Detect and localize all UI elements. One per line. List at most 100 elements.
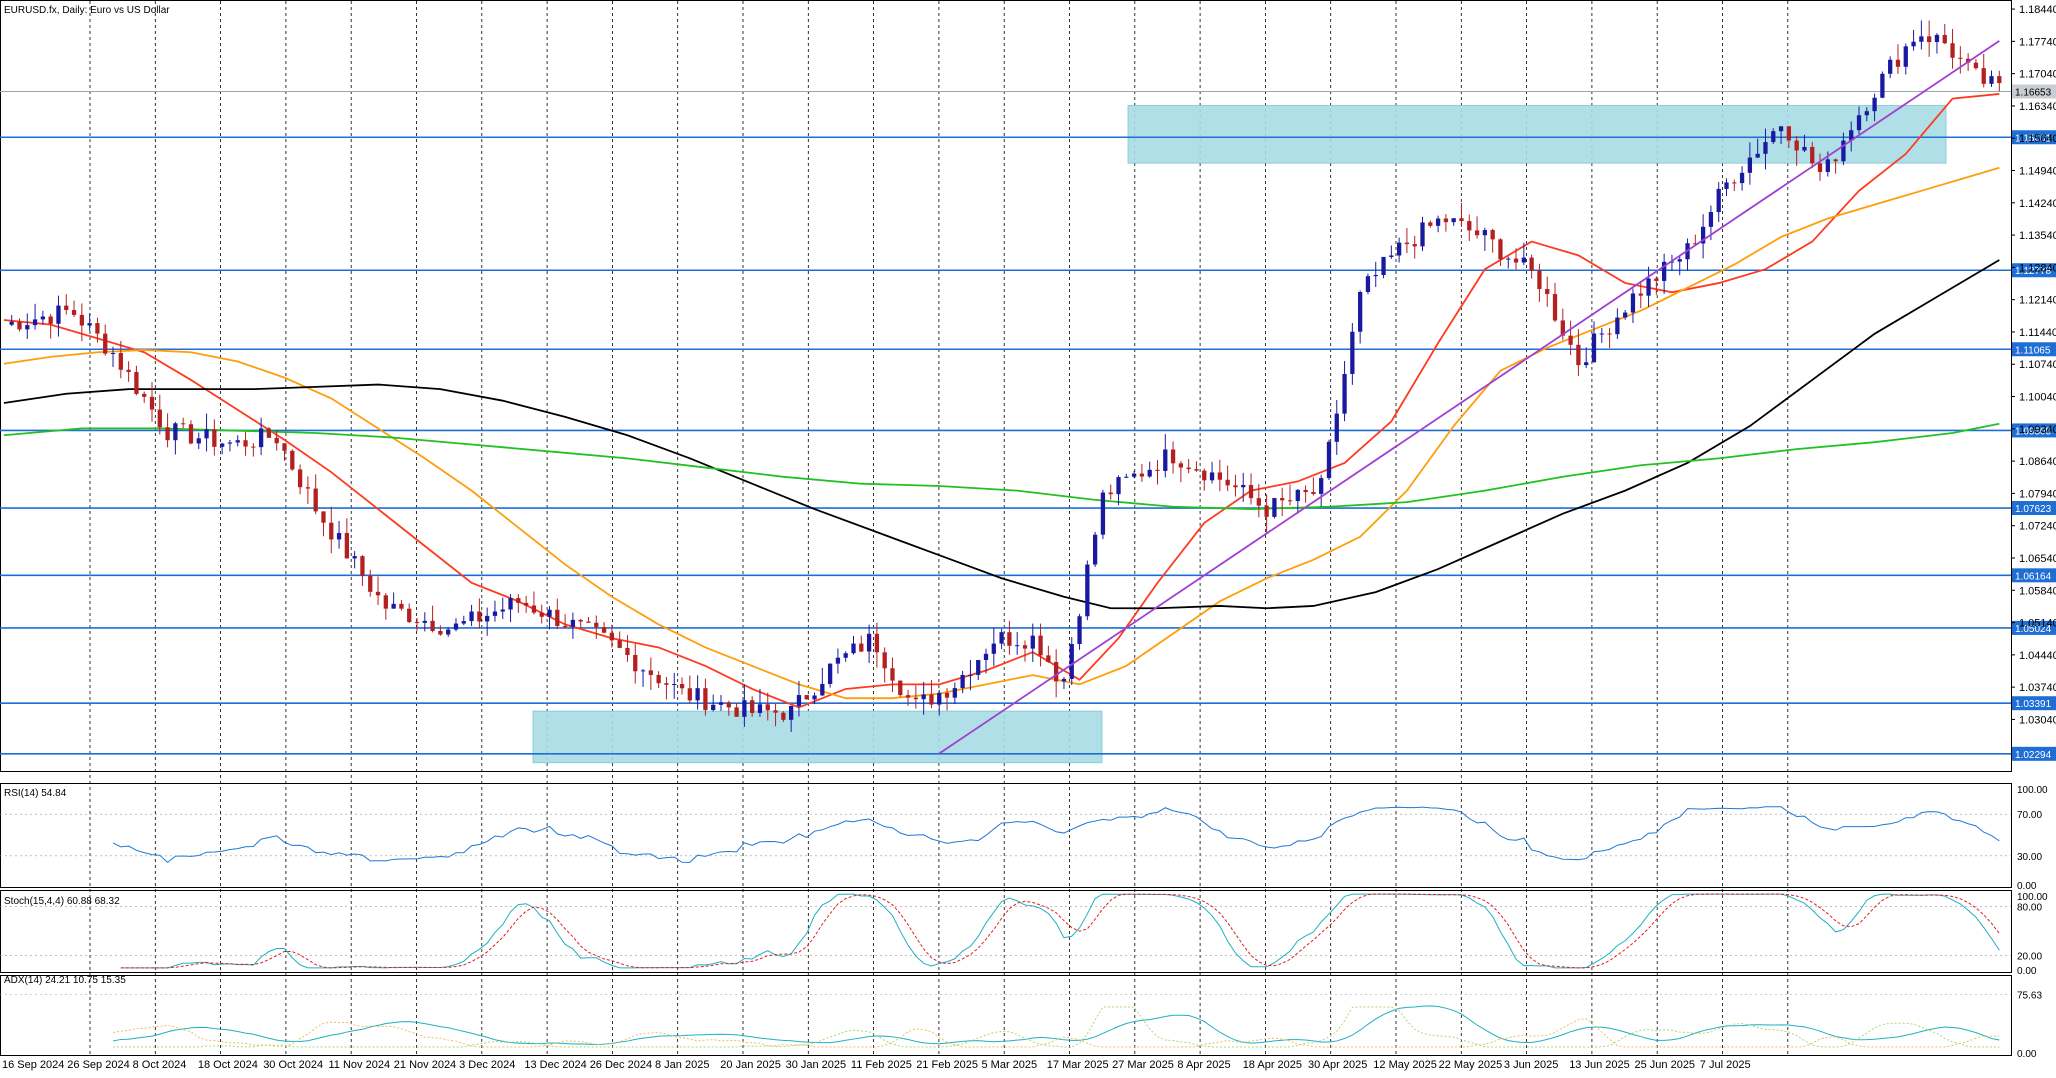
candle-body — [1825, 159, 1830, 173]
price-tick-label: 1.11440 — [2019, 327, 2056, 339]
candle-body — [913, 697, 919, 700]
candle-body — [1810, 146, 1815, 164]
candle-body — [687, 688, 692, 701]
candle-body — [1467, 221, 1472, 231]
price-tick-label: 1.04440 — [2019, 650, 2056, 662]
stoch-label: Stoch(15,4,4) 60.88 68.32 — [4, 896, 120, 907]
candle-body — [648, 670, 653, 675]
price-tick-label: 1.17740 — [2019, 36, 2056, 48]
candle-body — [1116, 477, 1121, 495]
candle-body — [1412, 244, 1417, 247]
candle-body — [843, 653, 848, 658]
date-tick-label: 27 Mar 2025 — [1112, 1059, 1174, 1071]
candle-body — [1474, 230, 1480, 236]
candle-body — [921, 694, 926, 700]
candle-body — [1934, 34, 1940, 43]
chart-canvas[interactable]: 100.0070.0030.000.00100.0080.0020.000.00… — [0, 0, 2056, 1073]
price-tick-label: 1.16340 — [2019, 101, 2056, 113]
candle-body — [812, 695, 817, 700]
candle-body — [399, 603, 404, 609]
candle-body — [633, 654, 638, 672]
date-tick-label: 30 Apr 2025 — [1308, 1059, 1367, 1071]
candle-body — [750, 700, 755, 713]
candle-body — [960, 674, 965, 689]
candle-body — [1209, 472, 1215, 481]
candle-body — [1092, 534, 1098, 565]
candle-body — [1716, 188, 1721, 213]
date-tick-label: 22 May 2025 — [1439, 1059, 1503, 1071]
candle-body — [469, 611, 474, 622]
candle-body — [1981, 68, 1986, 84]
date-tick-label: 8 Jan 2025 — [655, 1059, 709, 1071]
stoch-k-line — [120, 893, 2000, 969]
candle-body — [79, 314, 84, 326]
candle-body — [64, 305, 69, 311]
candle-body — [1607, 333, 1612, 335]
candle-body — [1069, 644, 1074, 679]
candle-body — [547, 609, 552, 617]
candle-body — [742, 700, 747, 717]
date-tick-label: 26 Dec 2024 — [590, 1059, 652, 1071]
support-resistance-zone[interactable] — [1127, 105, 1947, 164]
candle-body — [344, 533, 350, 559]
candle-body — [56, 305, 61, 324]
candle-body — [1280, 498, 1285, 501]
candle-body — [1755, 153, 1760, 158]
levels-layer[interactable] — [0, 91, 2011, 755]
candle-body — [905, 695, 911, 698]
rsi-line — [112, 806, 2000, 864]
price-tick-label: 1.14940 — [2019, 166, 2056, 178]
candle-body — [1108, 492, 1113, 495]
candle-body — [1732, 182, 1737, 184]
candle-body — [1591, 333, 1597, 363]
candle-body — [1311, 492, 1316, 494]
candle-body — [1490, 230, 1495, 240]
candle-body — [1342, 373, 1347, 414]
candle-body — [1225, 479, 1230, 486]
candle-body — [944, 692, 950, 698]
candle-body — [539, 612, 544, 617]
zones-layer[interactable] — [532, 105, 1947, 764]
indicator-level-label: 20.00 — [2017, 952, 2042, 963]
candle-body — [305, 487, 311, 489]
candle-body — [726, 702, 731, 708]
candle-body — [1747, 157, 1753, 173]
candle-body — [695, 688, 700, 701]
candle-body — [1233, 485, 1238, 488]
candle-body — [1872, 97, 1877, 112]
candle-body — [1030, 635, 1035, 649]
candle-body — [227, 442, 233, 444]
candle-body — [165, 427, 170, 441]
date-tick-label: 12 May 2025 — [1373, 1059, 1437, 1071]
candle-body — [181, 423, 186, 425]
candle-body — [718, 702, 724, 705]
price-tick-label: 1.06540 — [2019, 553, 2056, 565]
candle-body — [625, 647, 630, 655]
level-price-label: 1.02294 — [2015, 750, 2052, 761]
support-resistance-zone[interactable] — [532, 710, 1103, 764]
candle-body — [1739, 172, 1745, 184]
date-tick-label: 3 Dec 2024 — [459, 1059, 515, 1071]
candle-body — [1178, 463, 1184, 468]
candle-body — [282, 443, 287, 451]
candle-body — [321, 511, 326, 523]
candle-body — [251, 446, 256, 448]
candle-body — [882, 652, 887, 669]
date-tick-label: 26 Sep 2024 — [67, 1059, 129, 1071]
level-price-label: 1.03391 — [2015, 699, 2052, 710]
candle-body — [313, 488, 318, 512]
date-tick-label: 3 Jun 2025 — [1504, 1059, 1558, 1071]
candle-body — [1888, 59, 1893, 74]
candle-body — [1537, 270, 1542, 289]
candle-body — [1630, 293, 1636, 313]
indicator-panels: 100.0070.0030.000.00100.0080.0020.000.00… — [0, 785, 2048, 1060]
moving-average-line — [3, 93, 2000, 709]
candle-body — [734, 707, 739, 717]
candle-body — [1919, 36, 1924, 42]
candle-body — [1903, 46, 1908, 67]
candle-body — [1654, 278, 1659, 281]
candle-body — [679, 684, 685, 689]
date-tick-label: 16 Sep 2024 — [2, 1059, 64, 1071]
candle-body — [1708, 212, 1714, 227]
candle-body — [1147, 469, 1152, 477]
